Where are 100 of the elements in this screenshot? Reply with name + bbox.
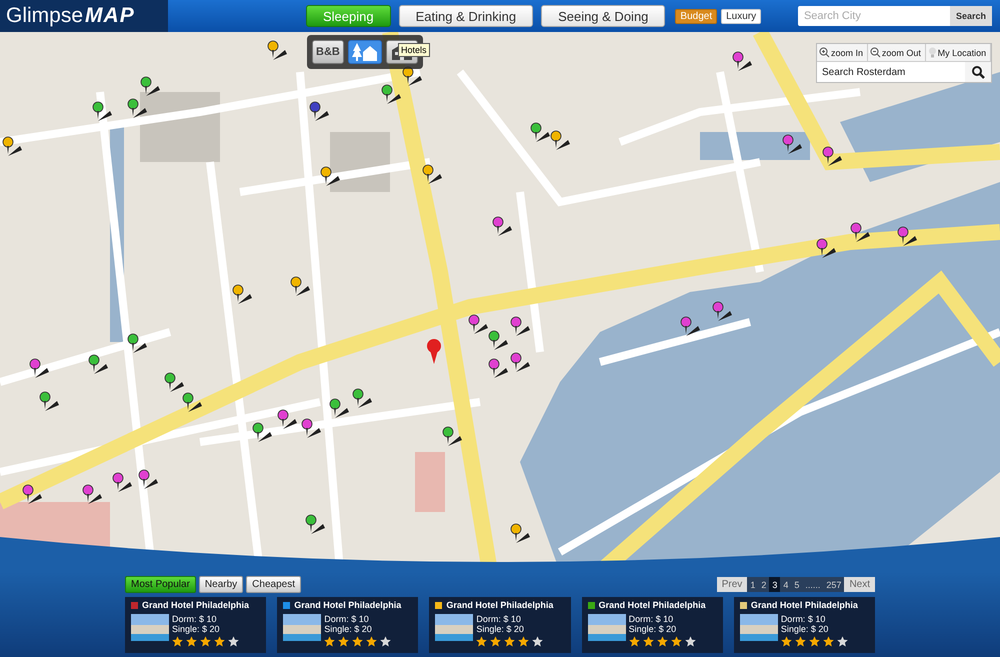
- star-icon: [504, 636, 516, 647]
- map-pin[interactable]: [468, 314, 488, 334]
- map-pin[interactable]: [330, 398, 349, 418]
- map-pin[interactable]: [2, 136, 22, 156]
- star-icon: [518, 636, 530, 647]
- map-pin[interactable]: [252, 422, 272, 442]
- hotel-card[interactable]: Grand Hotel Philadelphia Dorm: $ 10 Single: $ 20: [582, 597, 723, 653]
- map-pin[interactable]: [442, 426, 462, 446]
- my-location-button[interactable]: My Location: [926, 44, 991, 61]
- category-tab[interactable]: Seeing & Doing: [541, 5, 666, 27]
- hotel-name: Grand Hotel Philadelphia: [598, 600, 706, 610]
- star-icon: [228, 636, 239, 647]
- map-pin[interactable]: [22, 484, 42, 504]
- map-pin[interactable]: [92, 102, 112, 121]
- page-link[interactable]: 3: [769, 577, 780, 592]
- map-pin[interactable]: [352, 388, 372, 408]
- star-icon: [476, 636, 488, 647]
- map-pin[interactable]: [850, 222, 870, 242]
- star-icon: [670, 636, 682, 647]
- prev-button[interactable]: Prev: [716, 577, 748, 592]
- map-pin[interactable]: [382, 84, 401, 104]
- hotel-card[interactable]: Grand Hotel Philadelphia Dorm: $ 10 Single: $ 20: [125, 597, 266, 653]
- map-pin[interactable]: [488, 330, 508, 350]
- dorm-price: Dorm: $ 10: [172, 614, 218, 624]
- map-pin[interactable]: [816, 238, 836, 258]
- map-pin[interactable]: [782, 134, 802, 154]
- map-pin[interactable]: [822, 146, 842, 166]
- map-pin[interactable]: [138, 470, 158, 489]
- star-icon: [642, 636, 654, 647]
- page-link[interactable]: 2: [758, 577, 770, 592]
- single-price: Single: $ 20: [172, 624, 221, 634]
- bnb-button[interactable]: B&B: [312, 40, 344, 64]
- map-pin[interactable]: [510, 524, 530, 543]
- hotel-name: Grand Hotel Philadelphia: [294, 600, 402, 610]
- page-link[interactable]: 5: [791, 577, 802, 592]
- map-pin[interactable]: [492, 216, 512, 236]
- page-link[interactable]: 4: [780, 577, 792, 592]
- map-pin[interactable]: [310, 102, 329, 121]
- hostel-button[interactable]: [348, 40, 382, 64]
- map-pin[interactable]: [128, 98, 147, 118]
- sort-button[interactable]: Cheapest: [246, 576, 301, 593]
- map-pin[interactable]: [302, 418, 321, 438]
- hotel-card[interactable]: Grand Hotel Philadelphia Dorm: $ 10 Single: $ 20: [734, 597, 876, 653]
- hotel-card[interactable]: Grand Hotel Philadelphia Dorm: $ 10 Single: $ 20: [429, 597, 571, 653]
- map-pin[interactable]: [82, 484, 102, 504]
- lightbulb-icon: [928, 47, 937, 58]
- star-icon: [338, 636, 350, 647]
- hotel-card[interactable]: Grand Hotel Philadelphia Dorm: $ 10 Single: $ 20: [277, 597, 418, 653]
- map-pin[interactable]: [530, 122, 550, 142]
- plaza-area: [415, 452, 445, 512]
- star-icon: [380, 636, 392, 647]
- dorm-price: Dorm: $ 10: [780, 614, 826, 624]
- sort-button[interactable]: Most Popular: [125, 576, 196, 593]
- hotel-name: Grand Hotel Philadelphia: [142, 600, 250, 610]
- map-pin[interactable]: [290, 276, 310, 296]
- single-price: Single: $ 20: [324, 624, 373, 634]
- price-filter[interactable]: Luxury: [721, 8, 762, 24]
- map-pin[interactable]: [320, 166, 340, 186]
- map-pin[interactable]: [30, 358, 49, 378]
- map-pin[interactable]: [510, 316, 530, 336]
- map-pin[interactable]: [112, 472, 132, 492]
- search-icon[interactable]: [971, 65, 985, 79]
- map-pin[interactable]: [278, 410, 297, 429]
- star-icon: [628, 636, 640, 647]
- page-link[interactable]: 1: [747, 577, 758, 592]
- map-pin[interactable]: [898, 226, 917, 246]
- map-pin[interactable]: [550, 130, 570, 150]
- map-search-field[interactable]: Search Rosterdam: [817, 62, 965, 82]
- star-icon: [490, 636, 502, 647]
- map-pin[interactable]: [510, 352, 530, 372]
- map-pin[interactable]: [164, 372, 184, 392]
- zoom-out-button[interactable]: zoom Out: [868, 44, 926, 61]
- city-search-field[interactable]: Search City: [798, 6, 950, 26]
- map-pin[interactable]: [268, 40, 287, 60]
- map-pin[interactable]: [182, 392, 202, 412]
- sort-button[interactable]: Nearby: [198, 576, 244, 593]
- map-pin[interactable]: [40, 392, 59, 411]
- map-pin[interactable]: [232, 284, 252, 304]
- search-button[interactable]: Search: [950, 6, 992, 26]
- map-pin[interactable]: [140, 76, 160, 96]
- single-price: Single: $ 20: [780, 624, 830, 634]
- star-icon: [366, 636, 378, 647]
- star-icon: [822, 636, 834, 647]
- map-pin[interactable]: [422, 164, 442, 184]
- map-pin[interactable]: [732, 52, 752, 71]
- star-icon: [808, 636, 820, 647]
- map-pin[interactable]: [712, 302, 732, 321]
- logo[interactable]: GlimpseMAP: [0, 0, 168, 32]
- star-icon: [186, 636, 197, 647]
- map-pin[interactable]: [488, 358, 508, 378]
- map-pin[interactable]: [306, 514, 325, 534]
- zoom-in-button[interactable]: zoom In: [817, 44, 868, 61]
- map-pin[interactable]: [128, 334, 147, 353]
- next-button[interactable]: Next: [844, 577, 875, 592]
- page-link[interactable]: ......: [802, 577, 824, 592]
- map-pin[interactable]: [88, 354, 108, 374]
- page-link[interactable]: 257: [823, 577, 844, 592]
- category-tab[interactable]: Eating & Drinking: [398, 5, 534, 27]
- map-pin[interactable]: [680, 316, 700, 336]
- dorm-price: Dorm: $ 10: [476, 614, 522, 624]
